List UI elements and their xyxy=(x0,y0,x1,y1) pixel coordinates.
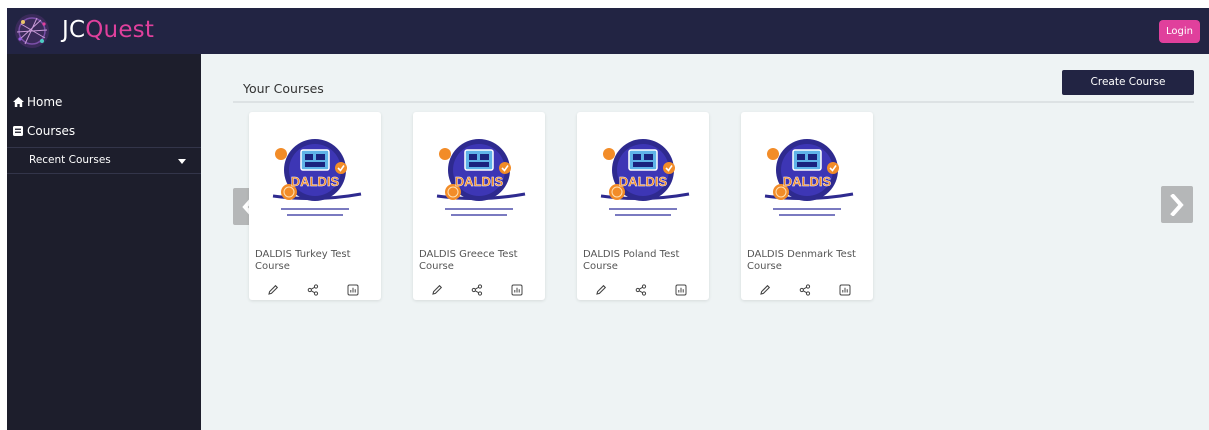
sidebar-item-home[interactable]: Home xyxy=(12,94,62,110)
course-actions xyxy=(577,283,709,297)
edit-icon[interactable] xyxy=(758,283,772,297)
sidebar-item-label: Home xyxy=(27,95,63,109)
stats-icon[interactable] xyxy=(346,283,360,297)
brand-suffix: Quest xyxy=(85,17,155,43)
daldis-logo-text: DALDIS xyxy=(783,174,832,189)
edit-icon[interactable] xyxy=(266,283,280,297)
sidebar-submenu-recent-courses[interactable]: Recent Courses xyxy=(7,147,201,174)
sidebar-item-courses[interactable]: Courses xyxy=(12,123,75,139)
share-icon[interactable] xyxy=(798,283,812,297)
daldis-logo-image: DALDIS xyxy=(272,139,362,216)
sidebar-item-label: Courses xyxy=(27,124,76,138)
course-card[interactable]: DALDIS DALDIS Denmark Test Course xyxy=(741,112,873,300)
title-divider xyxy=(233,101,1194,103)
course-title[interactable]: DALDIS Denmark Test Course xyxy=(747,249,869,273)
create-course-button[interactable]: Create Course xyxy=(1062,70,1194,95)
daldis-logo-text: DALDIS xyxy=(291,174,340,189)
carousel-next-button[interactable] xyxy=(1161,186,1193,223)
chevron-right-icon xyxy=(1170,193,1184,216)
book-icon xyxy=(13,126,23,136)
daldis-logo-image: DALDIS xyxy=(600,139,690,216)
page-title: Your Courses xyxy=(243,81,324,96)
daldis-logo-image: DALDIS xyxy=(764,139,854,216)
course-card[interactable]: DALDIS DALDIS Turkey Test Course xyxy=(249,112,381,300)
edit-icon[interactable] xyxy=(430,283,444,297)
share-icon[interactable] xyxy=(306,283,320,297)
course-actions xyxy=(741,283,873,297)
brand-logo[interactable] xyxy=(11,12,53,50)
main-content: Your Courses Create Course DALDIS DALDIS… xyxy=(201,54,1209,430)
course-card[interactable]: DALDIS DALDIS Poland Test Course xyxy=(577,112,709,300)
brand-name[interactable]: JCQuest xyxy=(62,16,154,44)
course-title[interactable]: DALDIS Turkey Test Course xyxy=(255,249,377,273)
share-icon[interactable] xyxy=(470,283,484,297)
sidebar: Home Courses Recent Courses xyxy=(7,54,201,430)
edit-icon[interactable] xyxy=(594,283,608,297)
login-button[interactable]: Login xyxy=(1159,20,1200,43)
stats-icon[interactable] xyxy=(838,283,852,297)
daldis-logo-image: DALDIS xyxy=(436,139,526,216)
daldis-logo-text: DALDIS xyxy=(455,174,504,189)
caret-down-icon xyxy=(178,159,186,164)
course-actions xyxy=(413,283,545,297)
brand-prefix: JC xyxy=(62,17,86,43)
course-title[interactable]: DALDIS Poland Test Course xyxy=(583,249,705,273)
daldis-logo-text: DALDIS xyxy=(619,174,668,189)
course-card[interactable]: DALDIS DALDIS Greece Test Course xyxy=(413,112,545,300)
stats-icon[interactable] xyxy=(510,283,524,297)
home-icon xyxy=(13,97,24,107)
course-actions xyxy=(249,283,381,297)
share-icon[interactable] xyxy=(634,283,648,297)
stats-icon[interactable] xyxy=(674,283,688,297)
submenu-label: Recent Courses xyxy=(29,154,111,166)
course-title[interactable]: DALDIS Greece Test Course xyxy=(419,249,541,273)
app-frame: JCQuest Login Home Courses Recent Course… xyxy=(7,8,1209,430)
top-navbar: JCQuest Login xyxy=(7,8,1209,54)
